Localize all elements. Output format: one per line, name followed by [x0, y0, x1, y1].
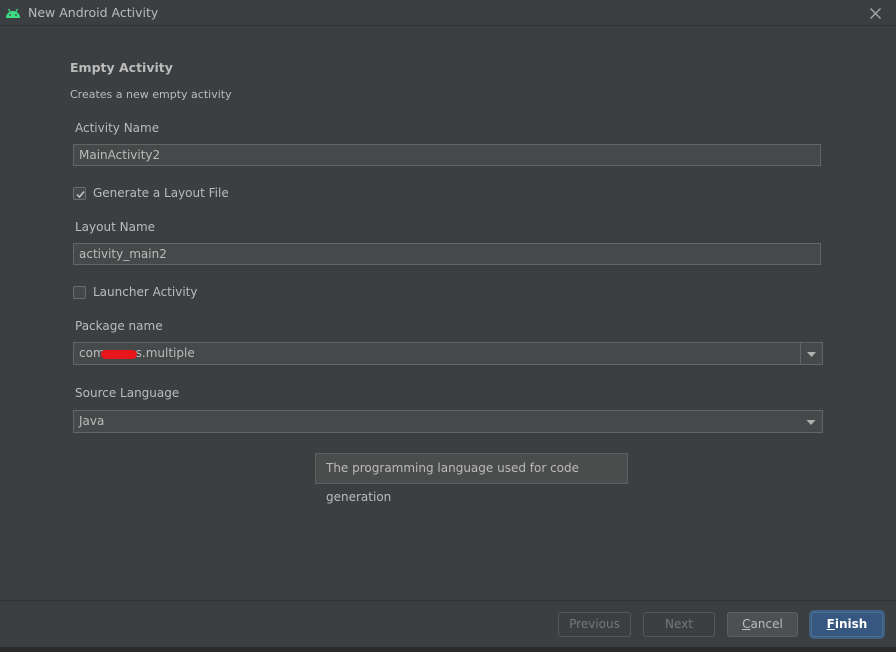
source-language-combobox[interactable]: Java — [73, 410, 823, 433]
source-language-tooltip: The programming language used for code g… — [315, 453, 628, 504]
close-icon[interactable] — [869, 5, 882, 19]
activity-name-label: Activity Name — [75, 121, 160, 135]
launcher-activity-label: Launcher Activity — [93, 285, 198, 299]
chevron-down-icon[interactable] — [800, 343, 822, 364]
source-language-value: Java — [79, 414, 105, 428]
package-name-label: Package name — [75, 319, 163, 333]
activity-name-input[interactable] — [73, 144, 821, 166]
android-icon — [5, 5, 21, 19]
title-bar: New Android Activity — [0, 0, 896, 26]
redaction-mark — [101, 350, 137, 359]
source-language-label: Source Language — [75, 386, 180, 400]
previous-button[interactable]: Previous — [558, 612, 631, 637]
package-name-combobox[interactable]: com s.multiple — [73, 342, 823, 365]
template-description: Creates a new empty activity — [70, 88, 232, 101]
cancel-button[interactable]: Cancel — [727, 612, 798, 637]
template-title: Empty Activity — [70, 60, 173, 75]
next-button[interactable]: Next — [643, 612, 715, 637]
generate-layout-checkbox[interactable] — [73, 186, 86, 200]
new-android-activity-dialog: New Android Activity Empty Activity Crea… — [0, 0, 896, 652]
layout-name-label: Layout Name — [75, 220, 156, 234]
launcher-activity-row[interactable]: Launcher Activity — [73, 284, 197, 300]
window-title: New Android Activity — [28, 5, 159, 20]
window-bottom-edge — [0, 647, 896, 652]
generate-layout-label: Generate a Layout File — [93, 186, 229, 200]
launcher-activity-checkbox[interactable] — [73, 285, 86, 299]
chevron-down-icon[interactable] — [804, 411, 818, 432]
checkmark-icon — [76, 190, 85, 198]
finish-button[interactable]: Finish — [811, 612, 883, 637]
generate-layout-row[interactable]: Generate a Layout File — [73, 185, 229, 201]
layout-name-input[interactable] — [73, 243, 821, 265]
